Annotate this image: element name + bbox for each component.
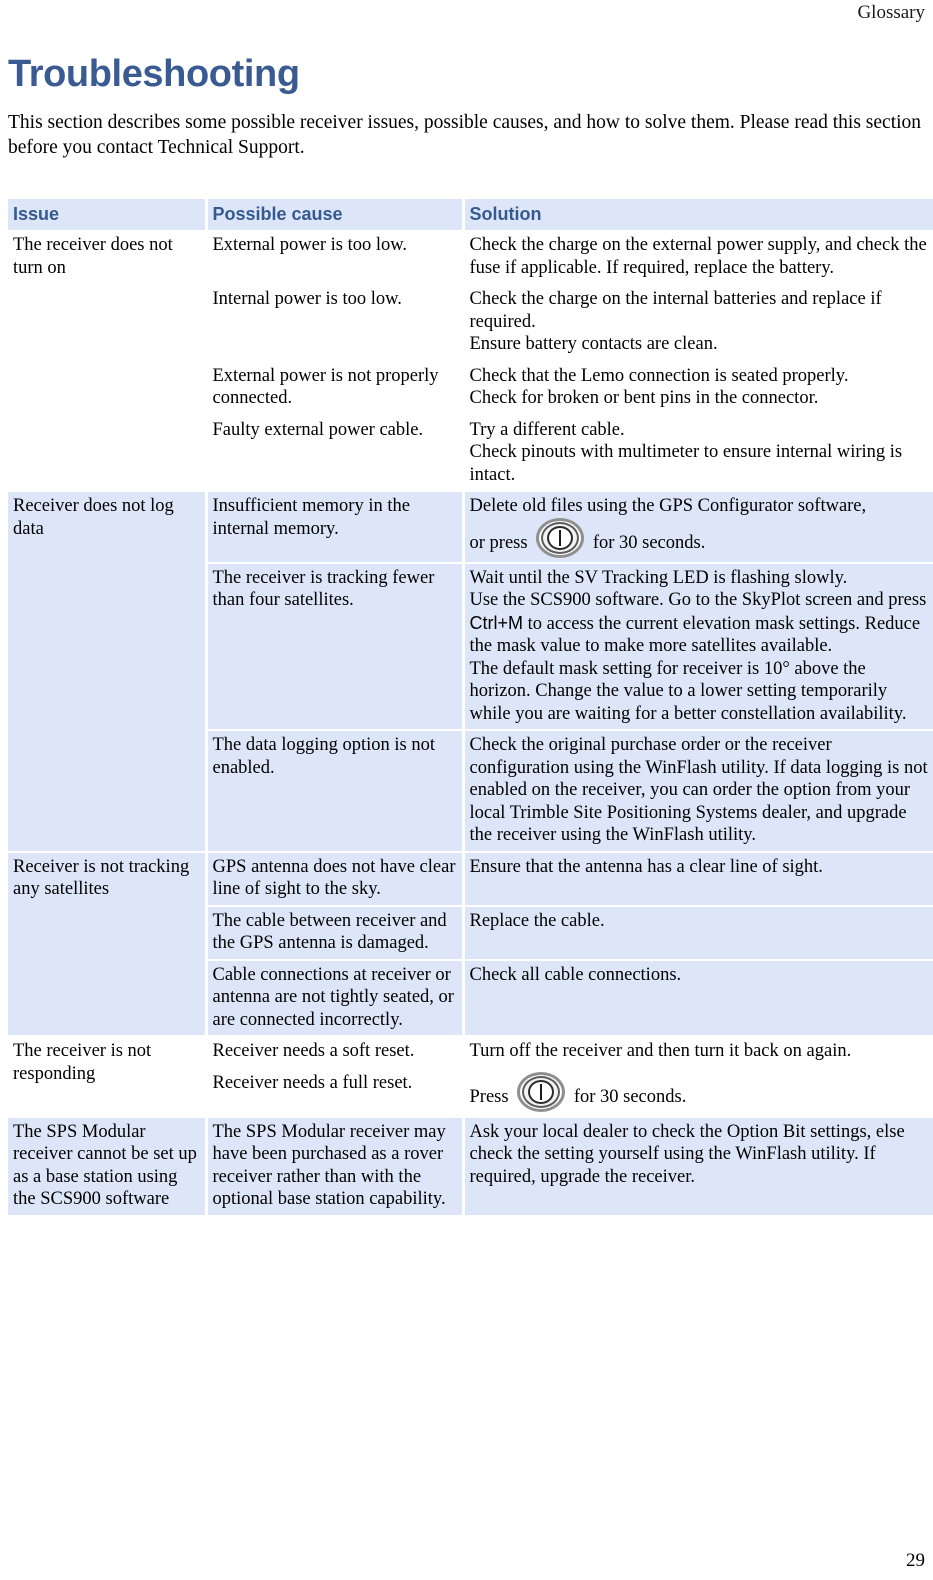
page-title: Troubleshooting <box>8 53 300 95</box>
solution-line: Check all cable connections. <box>469 964 682 985</box>
column-header-issue: Issue <box>8 198 208 231</box>
document-page: Glossary Troubleshooting This section de… <box>0 0 933 1580</box>
cell-issue: The SPS Modular receiver cannot be set u… <box>8 1116 208 1217</box>
table-row: The receiver is not responding Receiver n… <box>8 1036 933 1118</box>
table-row: The receiver does not turn on External po… <box>8 230 933 492</box>
power-button-icon <box>534 517 586 558</box>
cell-possible-cause: The cable between receiver and the GPS a… <box>206 905 465 961</box>
cell-solution: Ensure that the antenna has a clear line… <box>463 851 933 907</box>
keyboard-shortcut: Ctrl+M <box>469 612 524 633</box>
cell-possible-cause: The SPS Modular receiver may have been p… <box>206 1116 465 1217</box>
solution-line: Check the original purchase order or the… <box>469 735 928 845</box>
power-button-icon <box>515 1071 567 1112</box>
solution-line: Check that the Lemo connection is seated… <box>469 365 849 386</box>
cell-possible-cause: External power is too low. <box>206 230 465 285</box>
solution-line: Wait until the SV Tracking LED is flashi… <box>469 567 848 588</box>
cell-issue: Receiver is not tracking any satellites <box>8 851 208 1037</box>
cell-solution: Check the original purchase order or the… <box>463 730 933 853</box>
solution-line: Use the SCS900 software. Go to the SkyPl… <box>469 590 927 656</box>
solution-line: Ask your local dealer to check the Optio… <box>469 1121 905 1187</box>
troubleshooting-table-wrapper: Issue Possible cause Solution The receiv… <box>8 198 933 1217</box>
cell-possible-cause: External power is not properly connected… <box>206 360 465 416</box>
solution-line-with-icon: or press for 30 seconds. <box>470 517 929 558</box>
cell-solution: Delete old files using the GPS Configura… <box>463 491 933 564</box>
cell-issue: The receiver is not responding <box>8 1036 208 1118</box>
cell-solution: Wait until the SV Tracking LED is flashi… <box>463 562 933 731</box>
solution-line: Check pinouts with multimeter to ensure … <box>469 442 903 485</box>
running-header-text: Glossary <box>857 2 925 23</box>
solution-line: Check for broken or bent pins in the con… <box>469 388 819 408</box>
cell-possible-cause: GPS antenna does not have clear line of … <box>206 851 465 907</box>
cell-solution: Check all cable connections. <box>463 959 933 1037</box>
cell-possible-cause: The data logging option is not enabled. <box>206 730 465 853</box>
solution-line: Turn off the receiver and then turn it b… <box>469 1041 852 1061</box>
solution-line: Ensure that the antenna has a clear line… <box>469 856 823 877</box>
solution-line: Delete old files using the GPS Configura… <box>469 496 867 516</box>
cell-possible-cause: Insufficient memory in the internal memo… <box>206 491 465 564</box>
solution-line-with-icon: Press for 30 seconds. <box>470 1071 929 1112</box>
solution-line: Check the charge on the external power s… <box>469 235 927 278</box>
cell-possible-cause: Cable connections at receiver or antenna… <box>206 959 465 1037</box>
solution-line: Try a different cable. <box>469 419 625 440</box>
solution-line: Ensure battery contacts are clean. <box>469 334 718 354</box>
cell-possible-cause: Receiver needs a soft reset. <box>206 1036 465 1069</box>
troubleshooting-table: Issue Possible cause Solution The receiv… <box>8 198 933 1217</box>
table-head: Issue Possible cause Solution <box>8 198 933 231</box>
table-row: The SPS Modular receiver cannot be set u… <box>8 1116 933 1217</box>
column-header-solution: Solution <box>463 198 933 231</box>
cell-solution: Try a different cable. Check pinouts with… <box>463 414 933 492</box>
cell-possible-cause: Faulty external power cable. <box>206 414 465 492</box>
cell-solution: Replace the cable. <box>463 905 933 961</box>
table-body: The receiver does not turn on External po… <box>8 230 933 1217</box>
solution-line: The default mask setting for receiver is… <box>469 658 907 724</box>
cell-issue: Receiver does not log data <box>8 491 208 853</box>
cell-solution: Check the charge on the internal batteri… <box>463 284 933 362</box>
solution-line: Replace the cable. <box>469 910 605 931</box>
cell-possible-cause: Internal power is too low. <box>206 284 465 362</box>
cell-issue: The receiver does not turn on <box>8 230 208 492</box>
table-header-row: Issue Possible cause Solution <box>8 198 933 231</box>
cell-solution: Check the charge on the external power s… <box>463 230 933 285</box>
cell-possible-cause: Receiver needs a full reset. <box>206 1067 465 1118</box>
table-row: Receiver does not log data Insufficient m… <box>8 491 933 853</box>
cell-solution: Ask your local dealer to check the Optio… <box>463 1116 933 1217</box>
cell-solution: Check that the Lemo connection is seated… <box>463 360 933 416</box>
cell-possible-cause: The receiver is tracking fewer than four… <box>206 562 465 731</box>
solution-line: Check the charge on the internal batteri… <box>469 289 882 332</box>
running-header: Glossary <box>8 0 925 26</box>
page-number: 29 <box>906 1550 925 1571</box>
column-header-possible-cause: Possible cause <box>206 198 465 231</box>
cell-solution: Press for 30 seconds. <box>463 1067 933 1118</box>
table-row: Receiver is not tracking any satellites G… <box>8 851 933 1037</box>
cell-solution: Turn off the receiver and then turn it b… <box>463 1036 933 1069</box>
intro-paragraph: This section describes some possible rec… <box>8 112 922 158</box>
